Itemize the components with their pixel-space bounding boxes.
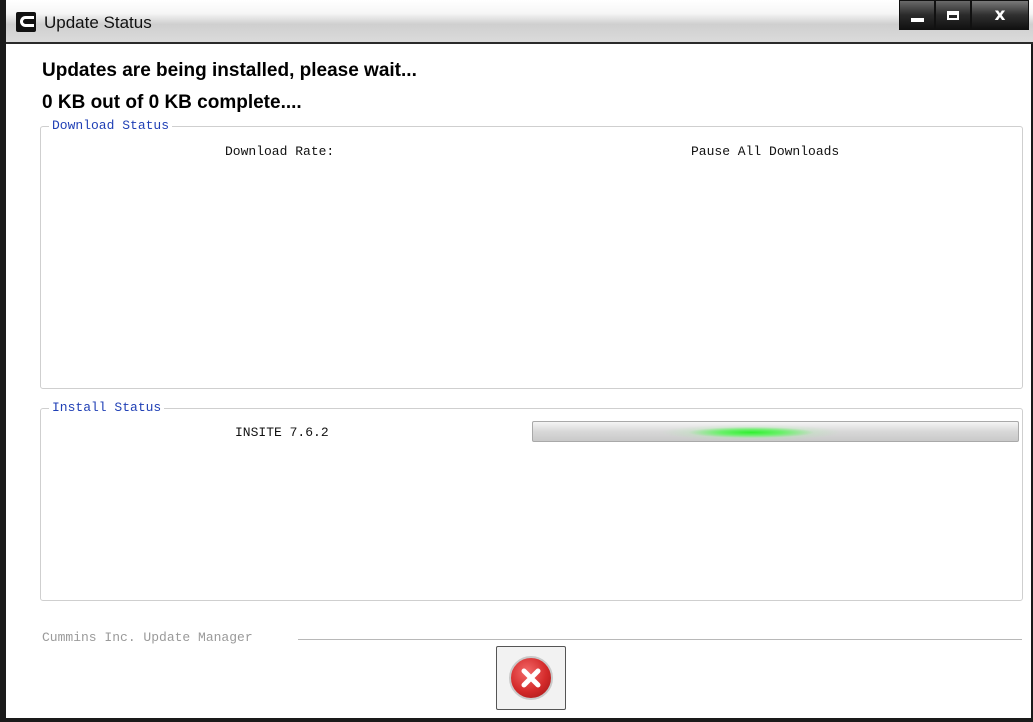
close-button[interactable]: x [971, 0, 1029, 30]
window-controls: x [899, 0, 1029, 30]
install-status-legend: Install Status [49, 400, 165, 415]
cummins-logo-icon [16, 12, 36, 32]
footer-label: Cummins Inc. Update Manager [42, 630, 253, 645]
status-heading: Updates are being installed, please wait… [42, 60, 417, 81]
minimize-icon [910, 18, 924, 22]
cancel-x-icon [509, 656, 553, 700]
download-status-group: Download Status Download Rate: Pause All… [40, 118, 1023, 389]
progress-summary: 0 KB out of 0 KB complete.... [42, 92, 302, 113]
install-item-name: INSITE 7.6.2 [235, 425, 329, 440]
cancel-button[interactable] [496, 646, 566, 710]
update-status-window: Update Status x Updates are being instal… [0, 0, 1033, 722]
title-bar[interactable]: Update Status x [6, 0, 1033, 44]
download-status-legend: Download Status [49, 118, 173, 133]
maximize-button[interactable] [935, 0, 971, 30]
progress-marquee [533, 422, 1018, 441]
footer-divider [298, 639, 1022, 640]
maximize-icon [947, 10, 959, 20]
install-status-group: Install Status INSITE 7.6.2 [40, 400, 1023, 601]
minimize-button[interactable] [899, 0, 935, 30]
download-rate-label: Download Rate: [225, 144, 335, 159]
install-progress-bar [532, 421, 1019, 442]
pause-all-downloads-button[interactable]: Pause All Downloads [691, 144, 839, 159]
window-title: Update Status [44, 13, 152, 32]
close-icon: x [994, 5, 1006, 25]
